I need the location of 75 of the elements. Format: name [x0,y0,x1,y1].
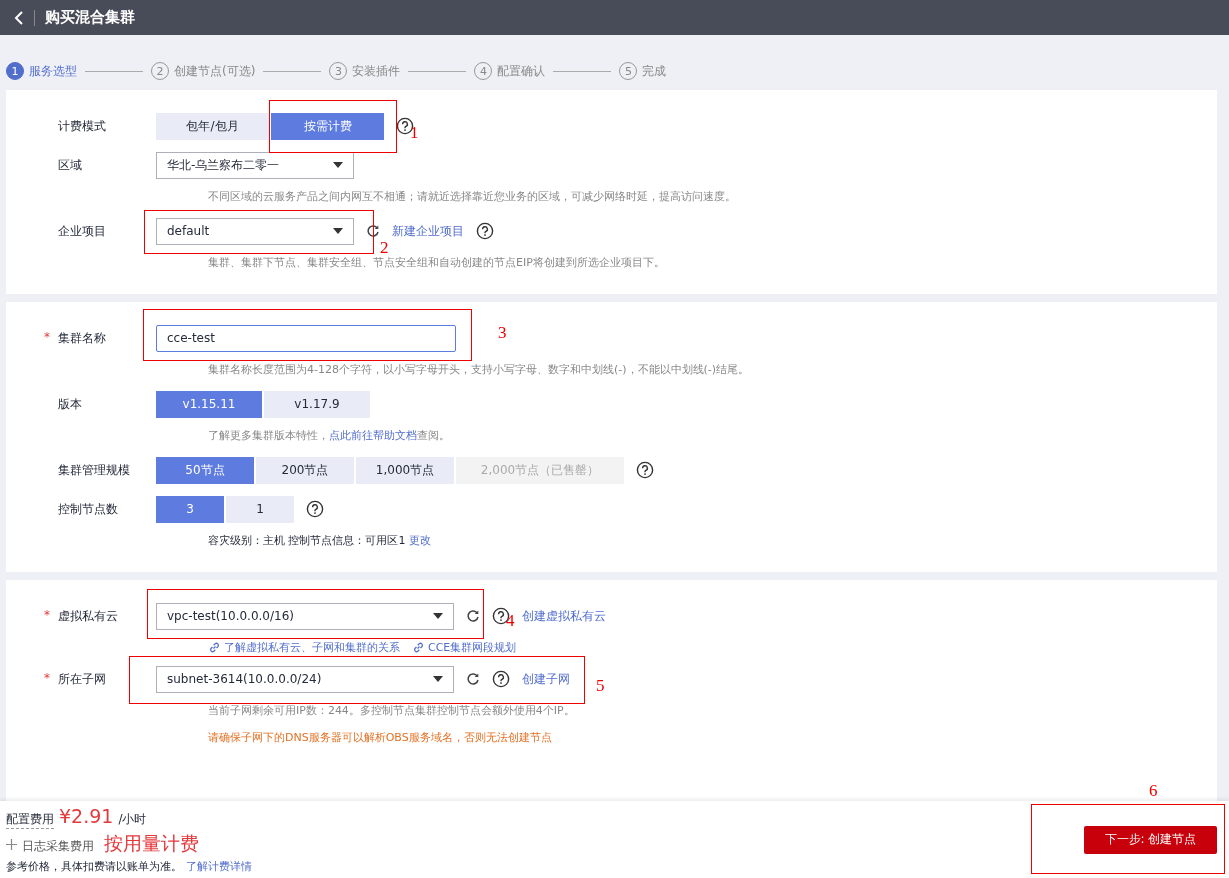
caret-icon [333,162,343,168]
required-mark: * [44,607,50,622]
help-icon[interactable] [492,670,510,688]
price-text: ¥2.91 [59,805,114,827]
note-text: 参考价格，具体扣费请以账单为准。 了解计费详情 [6,859,252,874]
field-label: 版本 [57,395,83,413]
hint-text: 当前子网剩余可用IP数：244。多控制节点集群控制节点会额外使用4个IP。 [208,703,576,718]
option-button[interactable]: 1 [226,495,294,523]
price-unit: /小时 [118,811,147,828]
field-label: 计费模式 [57,117,107,135]
refresh-icon[interactable] [466,672,480,686]
warning-text: 请确保子网下的DNS服务器可以解析OBS服务域名，否则无法创建节点 [208,730,553,745]
help-doc-link[interactable]: 点此前往帮助文档 [329,429,417,442]
wizard-step: 5 完成 [619,62,667,80]
help-link[interactable]: CCE集群网段规划 [412,640,517,655]
create-project-link[interactable]: 新建企业项目 [392,222,464,240]
annotation-number: 1 [410,122,419,143]
option-button[interactable]: 按需计费 [271,112,384,140]
next-button[interactable]: 下一步: 创建节点 [1084,825,1217,854]
option-button[interactable]: v1.15.11 [156,390,262,418]
hint-text: 不同区域的云服务产品之间内网互不相通；请就近选择靠近您业务的区域，可减少网络时延，提高访问速度。 [208,189,737,204]
field-label: * 虚拟私有云 [43,607,119,625]
help-link[interactable]: 了解虚拟私有云、子网和集群的关系 [208,640,400,655]
refresh-icon[interactable] [366,224,380,238]
cluster-name-field[interactable]: cce-test [156,324,456,352]
required-mark: * [44,670,50,685]
annotation-number: 3 [498,322,507,343]
field-label: * 所在子网 [43,670,107,688]
caret-icon [433,676,443,682]
fee-label: 日志采集费用 [22,838,94,855]
hint-text: 集群名称长度范围为4-128个字符，以小写字母开头，支持小写字母、数字和中划线(-)，不能以中划线(-)结尾。 [208,362,751,377]
annotation-number: 6 [1149,780,1158,801]
field-label: 企业项目 [57,222,107,240]
pricing-link[interactable]: 了解计费详情 [185,860,252,873]
fee-value: 按用量计费 [104,831,199,856]
field-label: 区域 [57,156,83,174]
dropdown[interactable]: subnet-3614(10.0.0.0/24) [156,665,454,693]
field-label: * 集群名称 [43,329,107,347]
create-subnet-link[interactable]: 创建子网 [522,670,570,688]
dropdown[interactable]: default [156,217,354,245]
option-button[interactable]: 200节点 [256,456,354,484]
help-icon[interactable] [306,500,324,518]
dropdown[interactable]: 华北-乌兰察布二零一 [156,151,354,179]
help-icon[interactable] [636,461,654,479]
wizard-step: 2 创建节点(可选) [151,62,256,80]
plus-icon [6,839,17,850]
option-button[interactable]: 包年/包月 [156,112,269,140]
annotation-number: 4 [506,610,515,631]
hint-text: 了解更多集群版本特性，点此前往帮助文档查阅。 [208,428,451,443]
option-button[interactable]: 3 [156,495,224,523]
refresh-icon[interactable] [466,609,480,623]
link-icon [208,641,221,654]
create-vpc-link[interactable]: 创建虚拟私有云 [522,607,606,625]
option-button[interactable]: 50节点 [156,456,254,484]
wizard-step: 3 安装插件 [329,62,401,80]
change-link[interactable]: 更改 [409,534,431,547]
caret-icon [333,228,343,234]
field-label: 控制节点数 [57,500,119,518]
annotation-number: 5 [596,675,605,696]
wizard-step: 4 配置确认 [474,62,546,80]
help-icon[interactable] [476,222,494,240]
link-icon [412,641,425,654]
option-button[interactable]: 1,000节点 [356,456,454,484]
info-text: 容灾级别：主机 控制节点信息：可用区1 更改 [208,533,432,548]
dropdown[interactable]: vpc-test(10.0.0.0/16) [156,602,454,630]
fee-label: 配置费用 [6,811,54,829]
caret-icon [433,613,443,619]
annotation-number: 2 [380,237,389,257]
back-icon[interactable] [14,10,24,25]
field-label: 集群管理规模 [57,461,131,479]
required-mark: * [44,329,50,344]
wizard-step: 1 服务选型 [6,62,77,80]
hint-text: 集群、集群下节点、集群安全组、节点安全组和自动创建的节点EIP将创建到所选企业项目下。 [208,255,666,270]
page-title: 购买混合集群 [45,8,135,27]
option-button[interactable]: v1.17.9 [264,390,370,418]
